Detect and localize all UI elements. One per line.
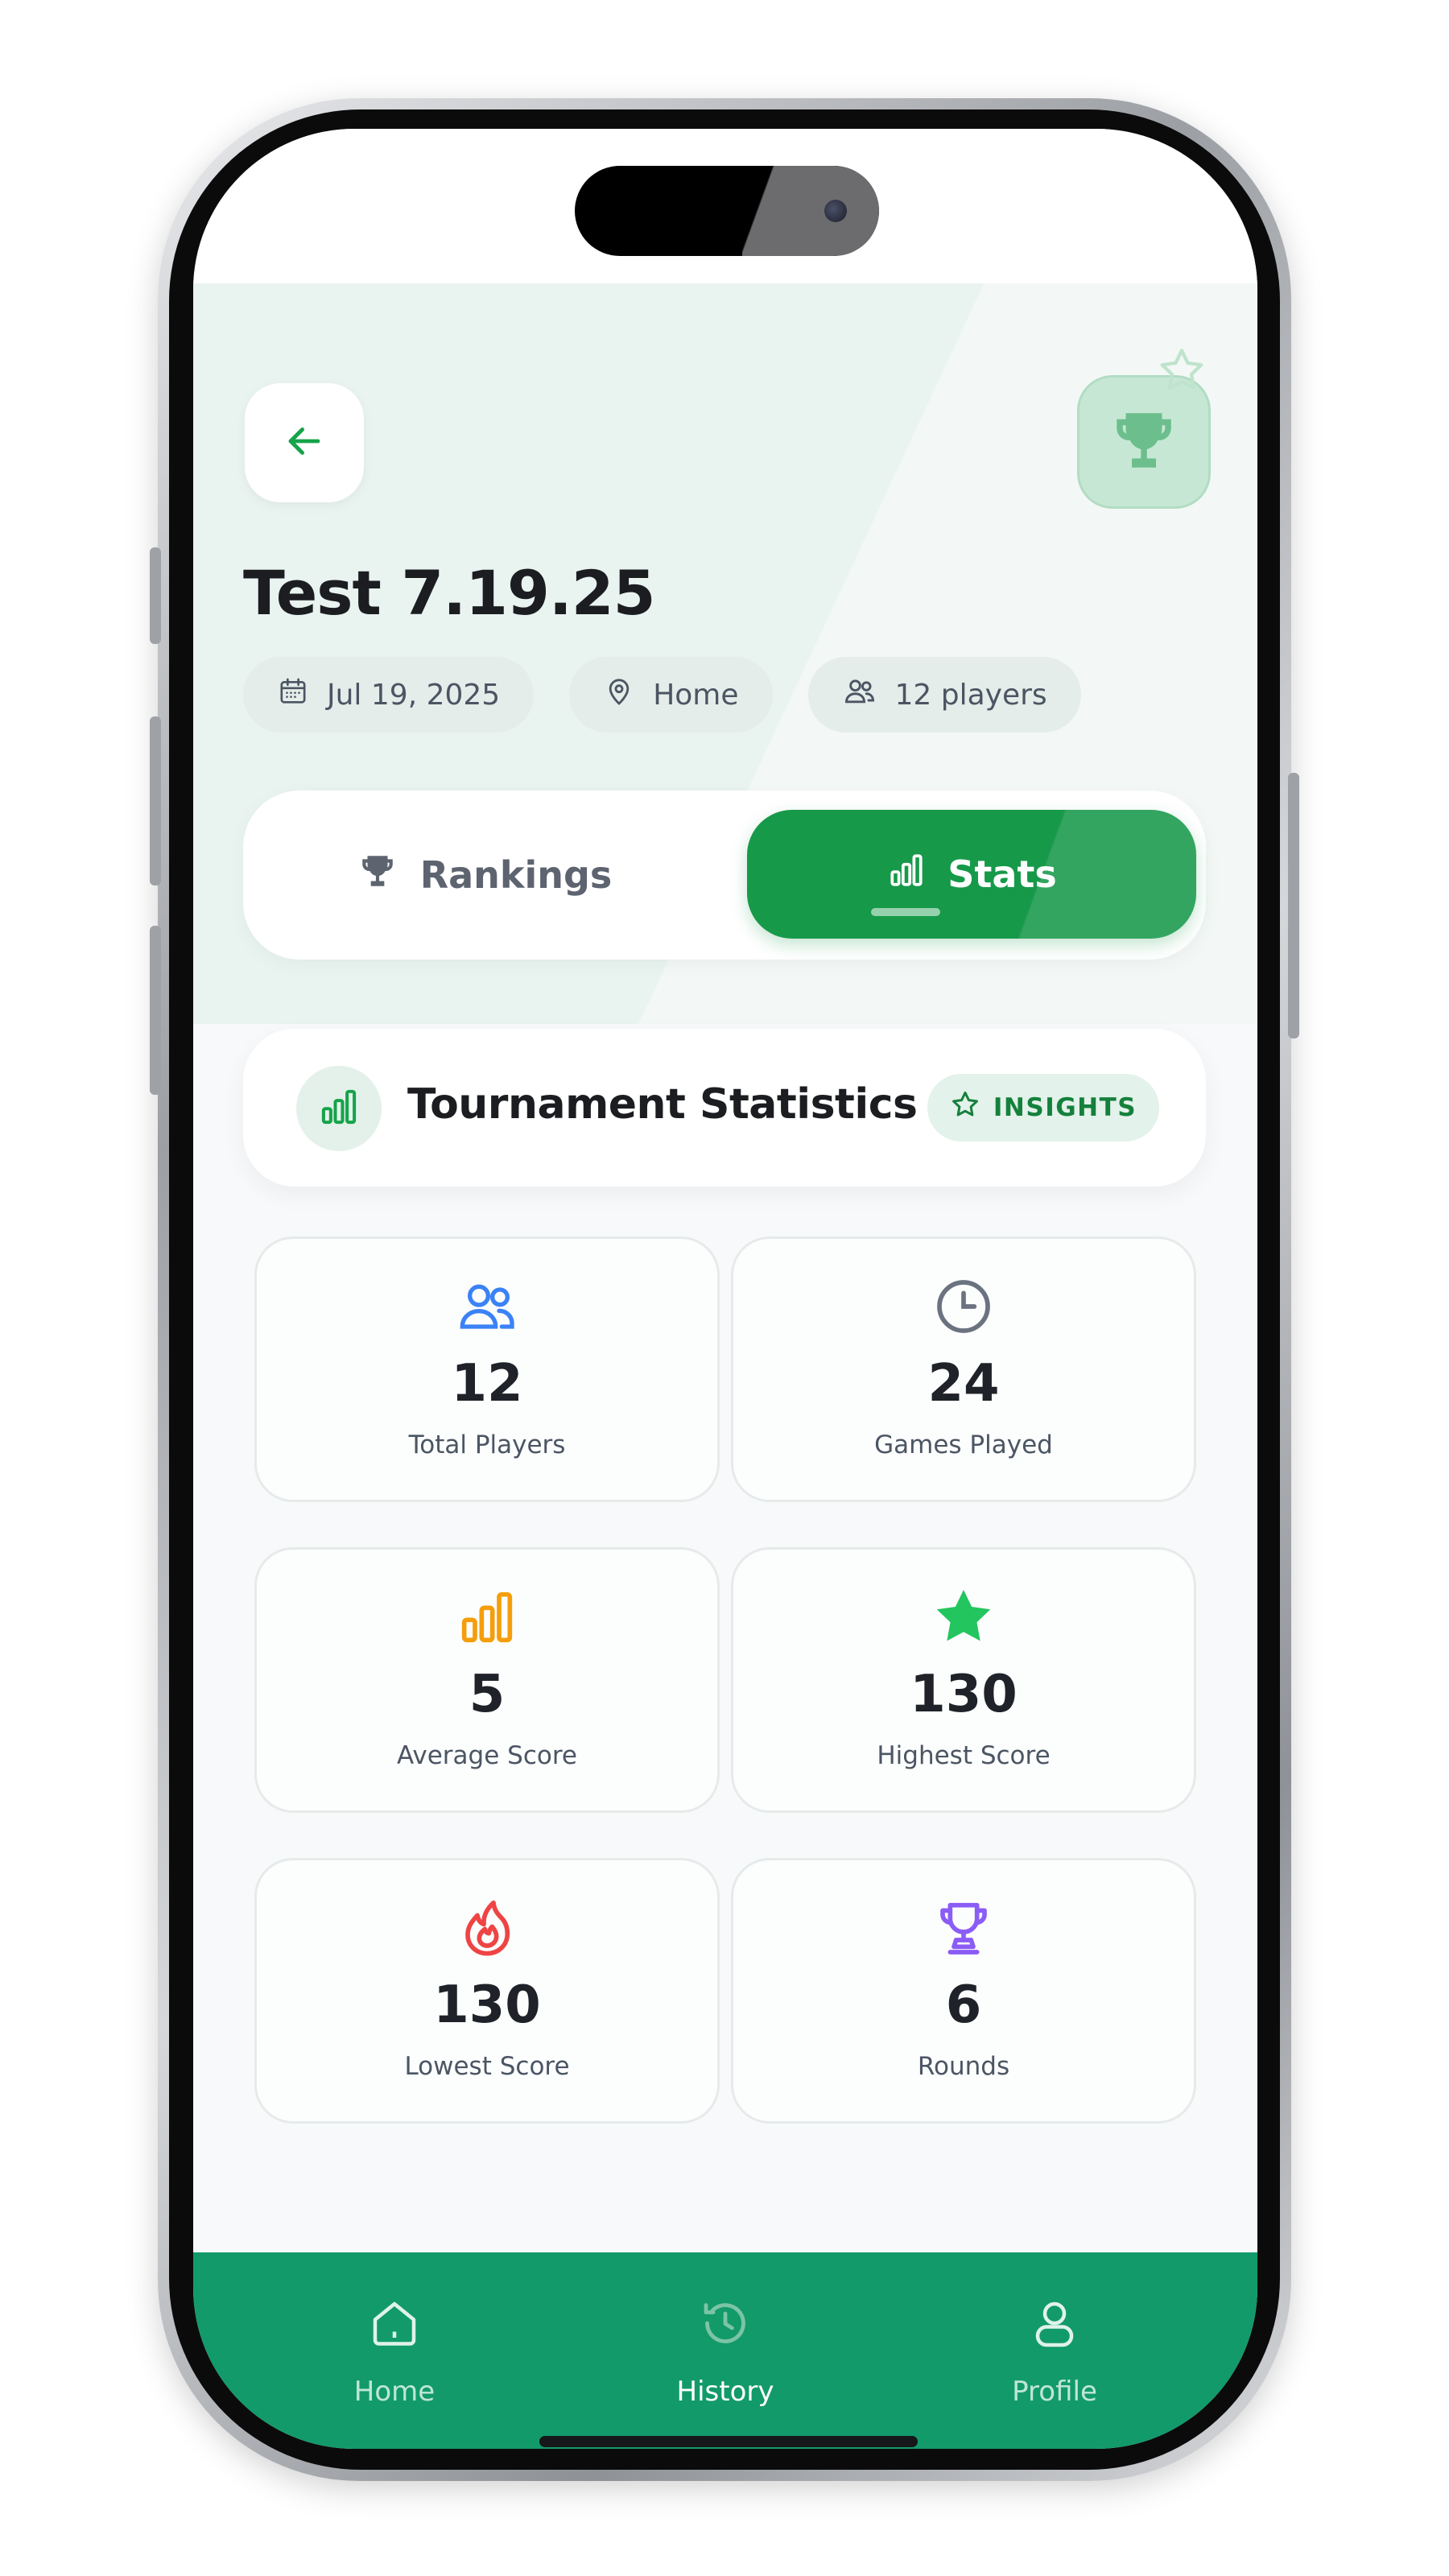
stat-label: Games Played [874,1430,1053,1459]
date-chip: Jul 19, 2025 [243,657,535,733]
tab-stats-label: Stats [947,852,1057,896]
view-toggle: Rankings Stats [243,791,1206,960]
date-label: Jul 19, 2025 [327,678,501,712]
meta-chips: Jul 19, 2025 Home 12 players [243,657,1081,733]
stat-value: 5 [469,1665,506,1724]
bottom-navigation: Home History Profile [193,2252,1257,2449]
users-icon [842,674,877,716]
active-tab-indicator [871,908,940,916]
calendar-icon [277,675,309,715]
camera-icon [824,200,847,222]
section-icon-wrap [296,1066,382,1151]
nav-history-label: History [676,2376,774,2408]
nav-history[interactable]: History [629,2294,822,2408]
stat-card-average-score: 5 Average Score [254,1547,720,1813]
trophy-icon [1108,404,1180,480]
users-icon [455,1276,519,1337]
star-outline-icon [1156,345,1208,399]
star-icon [950,1089,980,1126]
trophy-icon [357,851,398,900]
home-indicator[interactable] [539,2436,918,2447]
dynamic-island [575,166,879,256]
status-bar [193,129,1257,283]
stat-label: Average Score [397,1741,577,1770]
stat-value: 6 [945,1975,982,2035]
stat-card-rounds: 6 Rounds [731,1858,1196,2124]
trophy-icon [931,1897,996,1959]
flame-icon [455,1897,519,1959]
insights-badge: INSIGHTS [927,1074,1159,1141]
bar-chart-icon [886,850,927,899]
stat-card-games-played: 24 Games Played [731,1236,1196,1502]
map-pin-icon [603,675,635,715]
stat-card-total-players: 12 Total Players [254,1236,720,1502]
page-title: Test 7.19.25 [243,557,655,629]
stat-label: Highest Score [877,1741,1051,1770]
bar-chart-icon [455,1587,519,1648]
statistics-header-card: Tournament Statistics INSIGHTS [243,1029,1206,1187]
star-icon [930,1587,997,1648]
section-title: Tournament Statistics [407,1080,918,1129]
players-chip: 12 players [807,657,1081,733]
clock-icon [931,1276,996,1337]
arrow-left-icon [281,418,328,468]
nav-home-label: Home [353,2376,436,2408]
stat-card-highest-score: 130 Highest Score [731,1547,1196,1813]
insights-label: INSIGHTS [993,1093,1137,1122]
bar-chart-icon [317,1085,361,1132]
stat-label: Lowest Score [404,2052,570,2081]
volume-down-button [150,926,161,1095]
tournament-header: Test 7.19.25 Jul 19, 2025 Home 12 player… [193,283,1257,1024]
tab-stats[interactable]: Stats [747,810,1196,939]
nav-profile-label: Profile [1012,2376,1097,2408]
home-icon [365,2294,423,2359]
nav-home[interactable]: Home [298,2294,491,2408]
volume-up-button [150,716,161,886]
stat-value: 130 [433,1975,541,2035]
history-icon [696,2294,754,2359]
stat-card-lowest-score: 130 Lowest Score [254,1858,720,2124]
phone-screen: Test 7.19.25 Jul 19, 2025 Home 12 player… [193,129,1257,2449]
stat-label: Total Players [408,1430,566,1459]
tab-rankings-label: Rankings [419,853,613,897]
stat-value: 12 [451,1354,523,1414]
stat-label: Rounds [917,2052,1010,2081]
back-button[interactable] [245,383,364,502]
power-button [1288,773,1299,1038]
stat-value: 24 [927,1354,1000,1414]
stat-value: 130 [910,1665,1018,1724]
location-label: Home [653,678,739,712]
location-chip: Home [569,657,773,733]
tab-rankings[interactable]: Rankings [243,791,726,960]
nav-profile[interactable]: Profile [958,2294,1151,2408]
action-button [150,547,161,644]
user-icon [1026,2294,1084,2359]
players-label: 12 players [894,678,1047,712]
